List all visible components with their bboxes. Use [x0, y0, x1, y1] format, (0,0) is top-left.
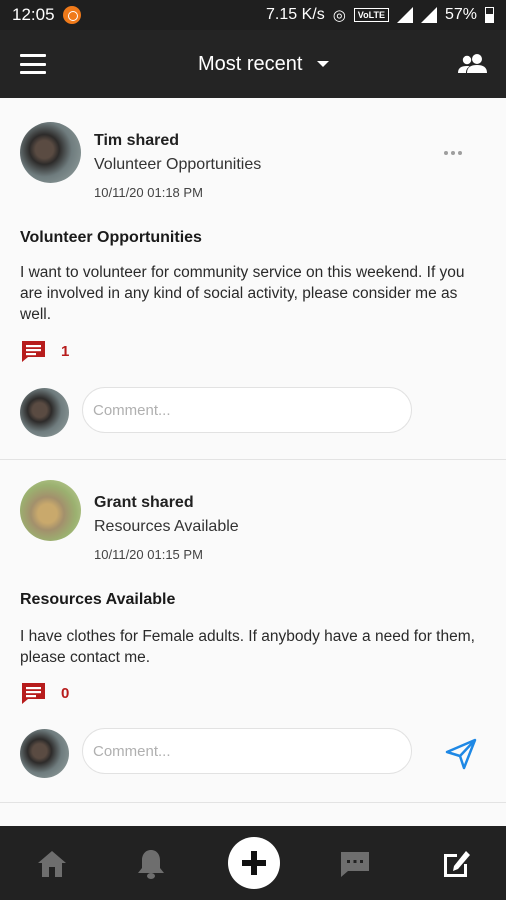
post-card: Tim shared Volunteer Opportunities 10/11… [0, 98, 506, 460]
post-timestamp: 10/11/20 01:18 PM [94, 185, 203, 200]
chevron-down-icon [317, 61, 329, 67]
app-bar: Most recent [0, 30, 506, 98]
bell-icon[interactable] [131, 844, 171, 884]
avatar[interactable] [20, 480, 81, 541]
post-subject: Volunteer Opportunities [94, 156, 262, 173]
people-icon[interactable] [458, 50, 488, 78]
post-subject: Resources Available [94, 518, 239, 535]
comment-input[interactable] [82, 387, 412, 433]
avatar[interactable] [20, 122, 81, 183]
bottom-navigation [0, 826, 506, 900]
comment-icon [22, 683, 45, 704]
send-icon[interactable] [444, 737, 478, 771]
hamburger-menu-icon[interactable] [20, 54, 46, 74]
comment-input[interactable] [82, 728, 412, 774]
post-card: Grant shared Resources Available 10/11/2… [0, 460, 506, 803]
battery-icon [485, 7, 494, 23]
post-body: I have clothes for Female adults. If any… [20, 628, 475, 666]
home-icon[interactable] [32, 844, 72, 884]
status-bar: 12:05 7.15 K/s ◎ VoLTE 57% [0, 0, 506, 30]
add-post-button[interactable] [228, 837, 280, 889]
add-icon [242, 851, 266, 875]
network-speed: 7.15 K/s [266, 6, 325, 23]
page-title: Most recent [198, 53, 303, 75]
volte-badge: VoLTE [353, 8, 389, 22]
signal-icon [396, 7, 413, 23]
comments-button[interactable]: 0 [20, 681, 69, 705]
feed[interactable]: Tim shared Volunteer Opportunities 10/11… [0, 98, 506, 826]
comment-count: 0 [61, 684, 70, 702]
comment-icon [22, 341, 45, 362]
signal-icon-2 [420, 7, 437, 23]
status-time: 12:05 [12, 5, 55, 24]
notification-app-icon [62, 6, 81, 24]
post-author: Grant shared [94, 494, 194, 511]
post-author: Tim shared [94, 132, 180, 149]
more-options-icon[interactable] [444, 151, 462, 155]
battery-level: 57% [444, 6, 477, 23]
current-user-avatar [20, 729, 69, 778]
post-title: Resources Available [20, 591, 176, 608]
post-timestamp: 10/11/20 01:15 PM [94, 547, 203, 562]
current-user-avatar [20, 388, 69, 437]
comment-count: 1 [61, 342, 70, 360]
post-title: Volunteer Opportunities [20, 229, 202, 246]
hotspot-icon: ◎ [332, 7, 346, 24]
comments-button[interactable]: 1 [20, 339, 69, 363]
post-body: I want to volunteer for community servic… [20, 264, 465, 323]
edit-icon[interactable] [436, 844, 476, 884]
chat-icon[interactable] [335, 844, 375, 884]
